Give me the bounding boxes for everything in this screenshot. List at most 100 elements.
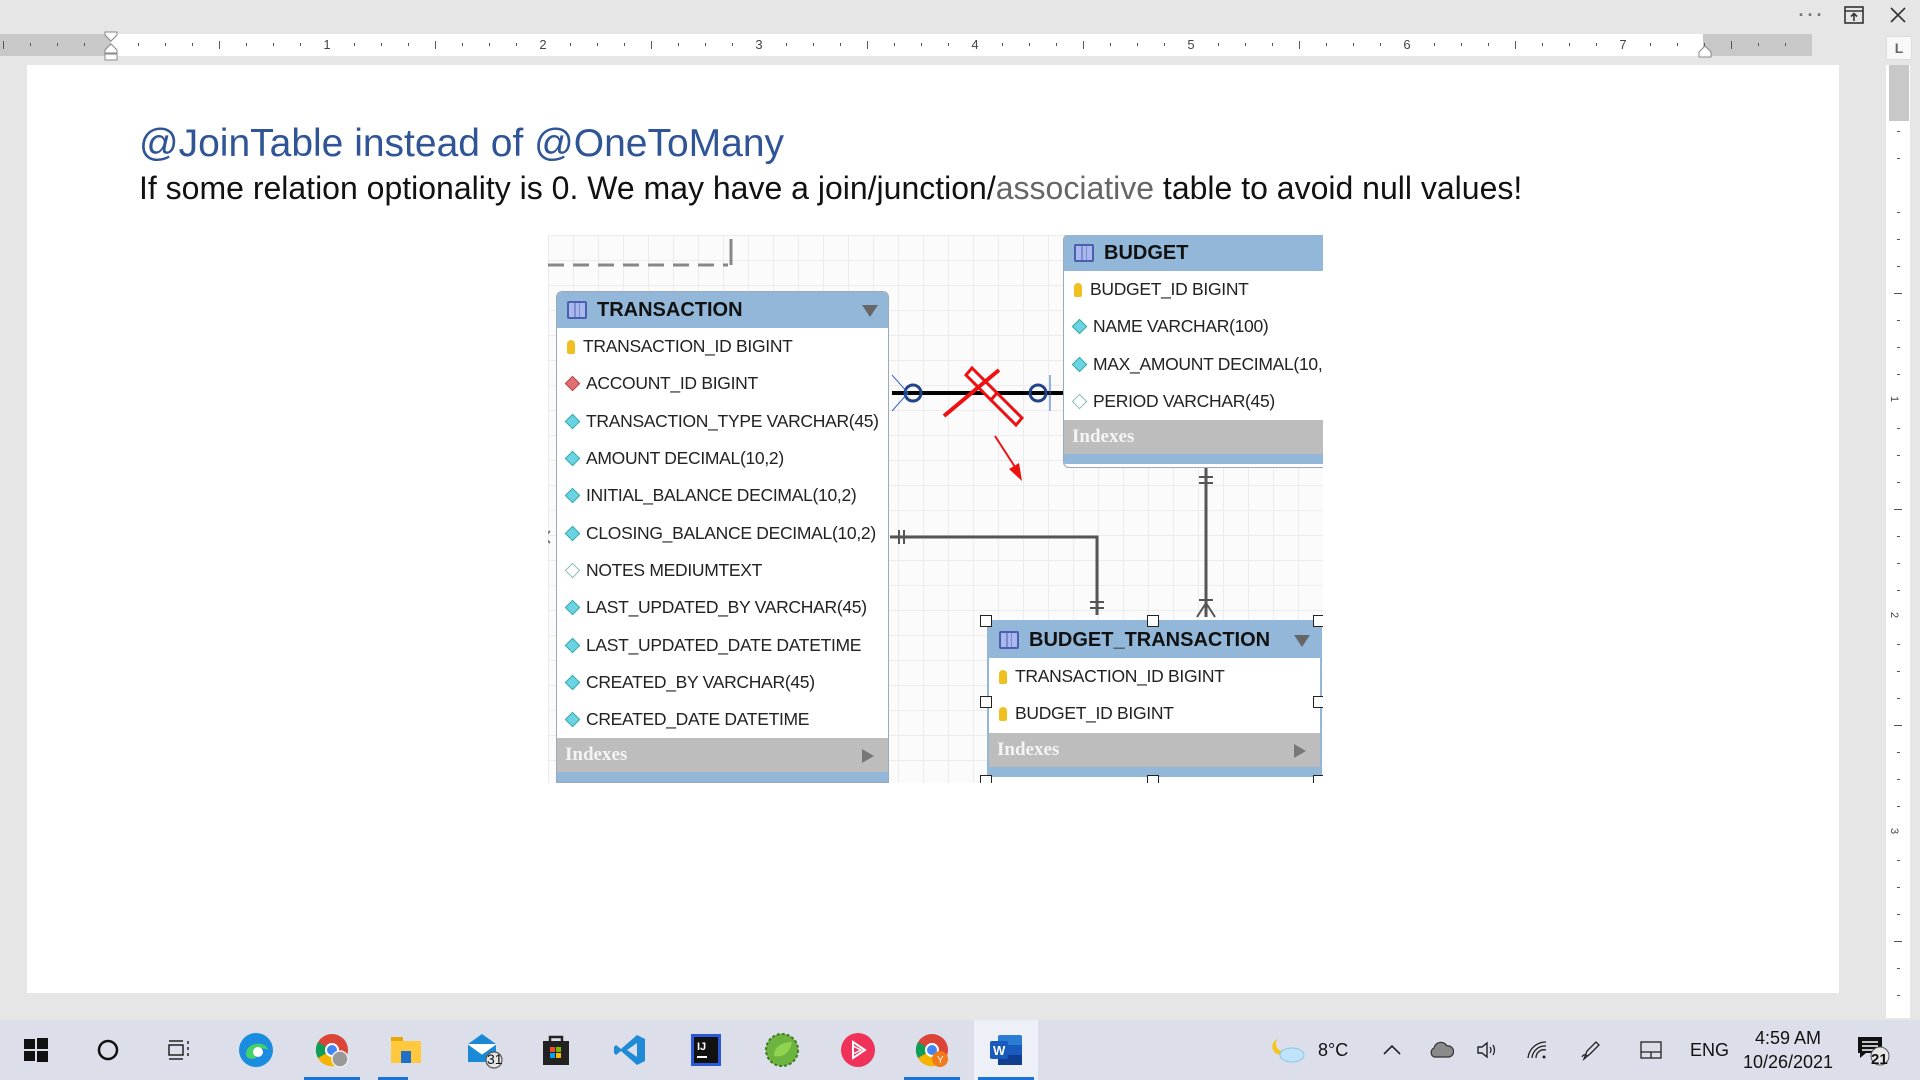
- ruler-tick: [570, 43, 571, 46]
- column-icon: [564, 637, 581, 653]
- entity-column[interactable]: BUDGET_ID BIGINT: [989, 695, 1320, 732]
- chrome-icon: [315, 1034, 349, 1068]
- entity-column[interactable]: TRANSACTION_ID BIGINT: [989, 658, 1320, 695]
- task-view-button[interactable]: [148, 1020, 212, 1080]
- indexes-section[interactable]: Indexes: [1064, 420, 1323, 455]
- heading: @JoinTable instead of @OneToMany: [139, 122, 785, 165]
- language-indicator[interactable]: ENG: [1690, 1020, 1729, 1080]
- entity-header[interactable]: TRANSACTION: [557, 292, 888, 328]
- ruler-tick: [597, 43, 598, 46]
- entity-column[interactable]: CLOSING_BALANCE DECIMAL(10,2): [557, 514, 888, 551]
- selection-handle[interactable]: [1313, 696, 1323, 708]
- taskbar-app-file-explorer[interactable]: [374, 1020, 438, 1080]
- paragraph-text-2: table to avoid null values!: [1154, 170, 1523, 206]
- pen-menu-button[interactable]: [1580, 1020, 1602, 1080]
- right-indent-marker[interactable]: [1698, 45, 1712, 59]
- indexes-section[interactable]: Indexes: [557, 738, 888, 773]
- taskbar-app-media-player[interactable]: [826, 1020, 890, 1080]
- entity-column[interactable]: CREATED_DATE DATETIME: [557, 701, 888, 738]
- entity-column[interactable]: LAST_UPDATED_BY VARCHAR(45): [557, 589, 888, 626]
- touchpad-icon: [1640, 1041, 1662, 1059]
- vertical-ruler[interactable]: 1234: [1886, 65, 1910, 1050]
- selection-handle[interactable]: [1147, 775, 1159, 783]
- entity-column[interactable]: LAST_UPDATED_DATE DATETIME: [557, 626, 888, 663]
- start-button[interactable]: [4, 1020, 68, 1080]
- ruler-tick: [1897, 428, 1900, 429]
- network-button[interactable]: [1526, 1020, 1548, 1080]
- entity-column[interactable]: NAME VARCHAR(100): [1064, 308, 1323, 345]
- taskbar-app-word[interactable]: W: [974, 1020, 1038, 1080]
- entity-column[interactable]: BUDGET_ID BIGINT: [1064, 271, 1323, 308]
- clock-date: 10/26/2021: [1742, 1052, 1834, 1072]
- collapse-arrow-icon[interactable]: [1294, 635, 1310, 647]
- selection-handle[interactable]: [1147, 615, 1159, 627]
- entity-header[interactable]: BUDGET: [1064, 235, 1323, 271]
- indent-marker[interactable]: [104, 31, 118, 61]
- entity-column[interactable]: AMOUNT DECIMAL(10,2): [557, 440, 888, 477]
- entity-column[interactable]: ACCOUNT_ID BIGINT: [557, 365, 888, 402]
- taskbar-app-mail[interactable]: 31: [452, 1020, 516, 1080]
- volume-button[interactable]: [1476, 1020, 1500, 1080]
- entity-header[interactable]: BUDGET_TRANSACTION: [989, 622, 1320, 658]
- chevron-up-icon: [1383, 1044, 1401, 1055]
- ruler-tick: [705, 43, 706, 46]
- horizontal-ruler[interactable]: 1 2 3 4 5 6 7: [0, 34, 1812, 56]
- search-button[interactable]: [76, 1020, 140, 1080]
- expand-arrow-icon[interactable]: [862, 749, 874, 764]
- title-bar: ···: [0, 0, 1920, 30]
- selection-handle[interactable]: [980, 696, 992, 708]
- taskbar-app-chrome-profile-2[interactable]: Y: [900, 1020, 964, 1080]
- entity-column[interactable]: NOTES MEDIUMTEXT: [557, 552, 888, 589]
- show-hidden-icons-button[interactable]: [1382, 1020, 1402, 1080]
- entity-column[interactable]: MAX_AMOUNT DECIMAL(10,: [1064, 346, 1323, 383]
- ruler-tick: [1461, 43, 1462, 46]
- taskbar-app-microsoft-store[interactable]: [524, 1020, 588, 1080]
- ruler-tick: [1083, 41, 1084, 49]
- ruler-tick: [1897, 536, 1900, 537]
- column-label: TRANSACTION_ID BIGINT: [583, 336, 793, 357]
- notification-center-button[interactable]: 21: [1856, 1020, 1890, 1080]
- ruler-tick: [1596, 43, 1597, 46]
- indexes-label: Indexes: [1072, 426, 1135, 448]
- selection-handle[interactable]: [980, 615, 992, 627]
- ruler-tick: [1897, 806, 1900, 807]
- clock[interactable]: 4:59 AM 10/26/2021: [1728, 1026, 1848, 1074]
- expand-arrow-icon[interactable]: [1294, 743, 1306, 758]
- ruler-tick: [1515, 41, 1516, 49]
- entity-budget-transaction[interactable]: BUDGET_TRANSACTION TRANSACTION_ID BIGINT…: [987, 620, 1322, 783]
- taskbar-app-edge[interactable]: [224, 1020, 288, 1080]
- column-list: BUDGET_ID BIGINT NAME VARCHAR(100) MAX_AMO…: [1064, 271, 1323, 420]
- column-icon: [564, 674, 581, 691]
- more-options-button[interactable]: ···: [1790, 0, 1834, 30]
- primary-key-icon: [999, 706, 1007, 721]
- onedrive-button[interactable]: [1428, 1020, 1454, 1080]
- touchpad-button[interactable]: [1640, 1020, 1662, 1080]
- entity-column[interactable]: PERIOD VARCHAR(45): [1064, 383, 1323, 420]
- selection-handle[interactable]: [1313, 775, 1323, 783]
- indexes-section[interactable]: Indexes: [989, 732, 1320, 767]
- entity-column[interactable]: TRANSACTION_TYPE VARCHAR(45): [557, 403, 888, 440]
- entity-transaction[interactable]: TRANSACTION TRANSACTION_ID BIGINT ACCOUNT…: [556, 291, 889, 783]
- column-label: TRANSACTION_TYPE VARCHAR(45): [586, 410, 879, 431]
- selection-handle[interactable]: [1313, 615, 1323, 627]
- taskbar-app-spring-tool-suite[interactable]: [750, 1020, 814, 1080]
- taskbar-app-vs-code[interactable]: [598, 1020, 662, 1080]
- collapse-arrow-icon[interactable]: [862, 305, 878, 317]
- er-diagram-image[interactable]: TRANSACTION TRANSACTION_ID BIGINT ACCOUNT…: [548, 235, 1323, 783]
- weather-widget[interactable]: 8°C: [1272, 1020, 1348, 1080]
- taskbar-app-intellij-idea[interactable]: IJ: [674, 1020, 738, 1080]
- tab-selector-button[interactable]: L: [1886, 36, 1912, 60]
- entity-budget[interactable]: BUDGET BUDGET_ID BIGINT NAME VARCHAR(100)…: [1063, 235, 1323, 468]
- entity-title: BUDGET_TRANSACTION: [1029, 628, 1271, 651]
- entity-column[interactable]: INITIAL_BALANCE DECIMAL(10,2): [557, 477, 888, 514]
- nullable-column-icon: [564, 562, 581, 579]
- ruler-tick: [435, 41, 436, 49]
- close-button[interactable]: [1876, 0, 1920, 30]
- entity-column[interactable]: CREATED_BY VARCHAR(45): [557, 664, 888, 701]
- selection-handle[interactable]: [980, 775, 992, 783]
- ruler-tick: [165, 43, 166, 46]
- entity-column[interactable]: TRANSACTION_ID BIGINT: [557, 328, 888, 365]
- vertical-scrollbar-thumb[interactable]: [1889, 65, 1909, 121]
- taskbar-app-chrome-profile-1[interactable]: [300, 1020, 364, 1080]
- restore-button[interactable]: [1832, 0, 1876, 30]
